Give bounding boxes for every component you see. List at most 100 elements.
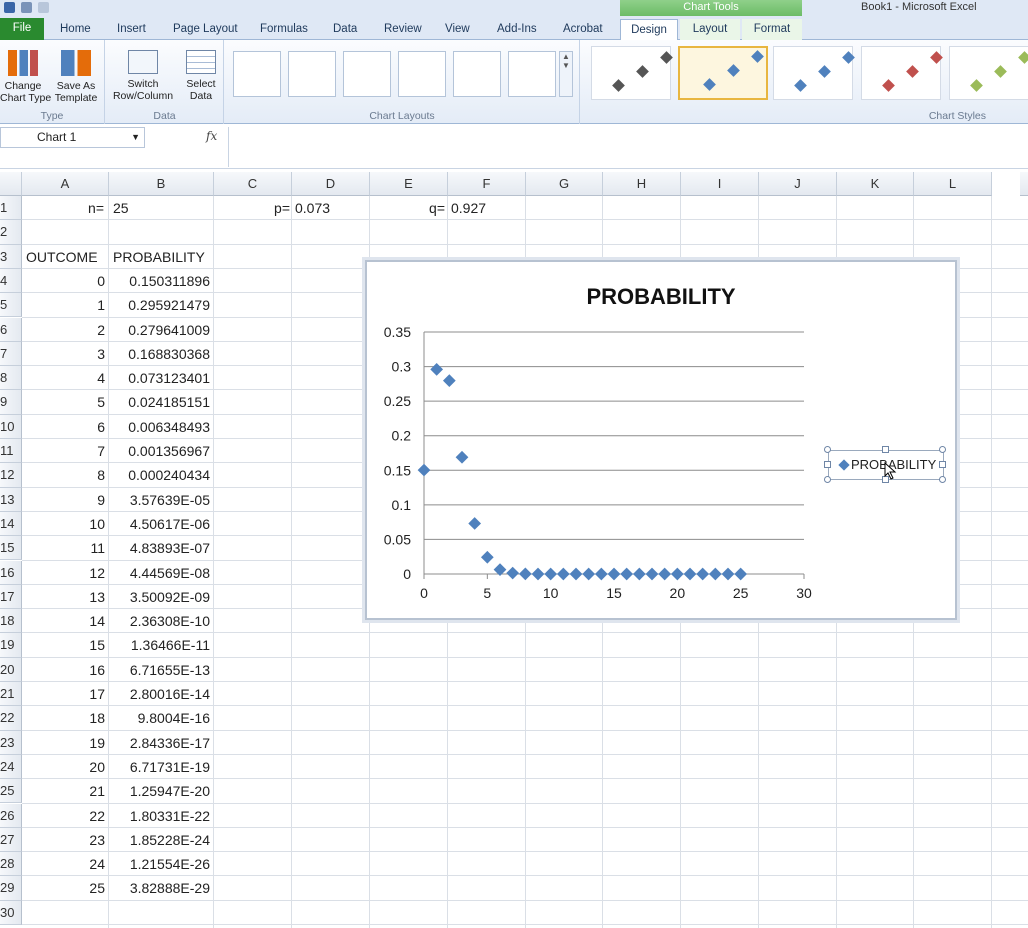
cell-outcome[interactable]: 6	[22, 415, 105, 439]
data-point[interactable]	[683, 567, 697, 581]
cell-outcome[interactable]: 18	[22, 706, 105, 730]
row-header-8[interactable]: 8	[0, 366, 22, 391]
cell-e1[interactable]: q=	[370, 196, 445, 220]
data-point[interactable]	[480, 550, 494, 564]
row-header-2[interactable]: 2	[0, 220, 22, 245]
cell-probability[interactable]: 0.150311896	[109, 269, 210, 293]
insert-function-icon[interactable]: fx	[206, 129, 217, 143]
row-header-18[interactable]: 18	[0, 609, 22, 634]
formula-input[interactable]	[228, 127, 1028, 167]
data-point[interactable]	[632, 567, 646, 581]
cell-c1[interactable]: p=	[214, 196, 290, 220]
cell-probability[interactable]: 3.82888E-29	[109, 876, 210, 900]
row-header-10[interactable]: 10	[0, 414, 22, 439]
tab-review[interactable]: Review	[384, 19, 422, 40]
column-header-l[interactable]: L	[914, 172, 992, 196]
column-header-e[interactable]: E	[370, 172, 448, 196]
cell-outcome[interactable]: 0	[22, 269, 105, 293]
column-header-g[interactable]: G	[526, 172, 603, 196]
tab-formulas[interactable]: Formulas	[260, 19, 308, 40]
data-point[interactable]	[658, 567, 672, 581]
cell-outcome[interactable]: 16	[22, 658, 105, 682]
data-point[interactable]	[594, 567, 608, 581]
select-data-button[interactable]: Select Data	[180, 44, 222, 102]
cell-probability[interactable]: 1.25947E-20	[109, 779, 210, 803]
chart-layout-1[interactable]	[233, 51, 281, 97]
data-point[interactable]	[544, 567, 558, 581]
cell-probability[interactable]: 3.50092E-09	[109, 585, 210, 609]
column-header-h[interactable]: H	[603, 172, 681, 196]
save-as-template-button[interactable]: Save As Template	[50, 44, 102, 104]
cell-outcome[interactable]: 1	[22, 293, 105, 317]
column-header-m[interactable]: M	[1020, 172, 1028, 196]
chart-style-5[interactable]	[949, 46, 1028, 100]
resize-handle[interactable]	[939, 461, 946, 468]
cell-a3[interactable]: OUTCOME	[26, 245, 109, 269]
row-header-19[interactable]: 19	[0, 633, 22, 658]
tab-layout[interactable]: Layout	[680, 19, 740, 40]
resize-handle[interactable]	[939, 476, 946, 483]
cell-probability[interactable]: 0.295921479	[109, 293, 210, 317]
row-header-6[interactable]: 6	[0, 317, 22, 342]
cell-outcome[interactable]: 5	[22, 390, 105, 414]
undo-icon[interactable]	[21, 1, 32, 13]
cell-probability[interactable]: 1.21554E-26	[109, 852, 210, 876]
data-point[interactable]	[582, 567, 596, 581]
row-header-15[interactable]: 15	[0, 536, 22, 561]
data-point[interactable]	[569, 567, 583, 581]
data-point[interactable]	[721, 567, 735, 581]
switch-row-column-button[interactable]: Switch Row/Column	[108, 44, 178, 102]
row-header-9[interactable]: 9	[0, 390, 22, 415]
column-header-k[interactable]: K	[837, 172, 914, 196]
data-point[interactable]	[645, 567, 659, 581]
row-header-7[interactable]: 7	[0, 341, 22, 367]
row-header-1[interactable]: 1	[0, 196, 22, 221]
row-header-23[interactable]: 23	[0, 730, 22, 755]
cell-outcome[interactable]: 21	[22, 779, 105, 803]
resize-handle[interactable]	[882, 446, 889, 453]
row-header-11[interactable]: 11	[0, 439, 22, 464]
data-point[interactable]	[620, 567, 634, 581]
tab-format[interactable]: Format	[742, 19, 802, 40]
tab-file[interactable]: File	[0, 18, 44, 40]
cell-probability[interactable]: 3.57639E-05	[109, 488, 210, 512]
plot-area[interactable]: 0 0.05 0.1 0.15 0.2 0.25 0.3 0.35 0 5 10 15 20 25 30	[367, 262, 955, 618]
tab-acrobat[interactable]: Acrobat	[563, 19, 603, 40]
tab-design[interactable]: Design	[620, 19, 678, 40]
data-point[interactable]	[506, 566, 520, 580]
column-header-d[interactable]: D	[292, 172, 370, 196]
chart-layout-3[interactable]	[343, 51, 391, 97]
cell-outcome[interactable]: 15	[22, 633, 105, 657]
cell-probability[interactable]: 0.006348493	[109, 415, 210, 439]
data-point[interactable]	[468, 517, 482, 530]
row-header-22[interactable]: 22	[0, 706, 22, 731]
resize-handle[interactable]	[824, 446, 831, 453]
row-header-16[interactable]: 16	[0, 560, 22, 585]
data-point[interactable]	[531, 567, 545, 581]
cell-b3[interactable]: PROBABILITY	[113, 245, 213, 269]
cell-a1[interactable]: n=	[22, 196, 104, 220]
row-header-26[interactable]: 26	[0, 803, 22, 828]
cell-outcome[interactable]: 9	[22, 488, 105, 512]
cell-probability[interactable]: 0.168830368	[109, 342, 210, 366]
row-header-28[interactable]: 28	[0, 852, 22, 877]
tab-home[interactable]: Home	[60, 19, 91, 40]
data-point[interactable]	[556, 567, 570, 581]
cell-outcome[interactable]: 19	[22, 731, 105, 755]
column-header-b[interactable]: B	[109, 172, 214, 196]
row-header-12[interactable]: 12	[0, 463, 22, 488]
cell-d1[interactable]: 0.073	[295, 196, 370, 220]
row-header-4[interactable]: 4	[0, 268, 22, 294]
cell-probability[interactable]: 4.83893E-07	[109, 536, 210, 560]
cell-outcome[interactable]: 3	[22, 342, 105, 366]
cell-probability[interactable]: 1.85228E-24	[109, 828, 210, 852]
cell-outcome[interactable]: 8	[22, 463, 105, 487]
row-header-14[interactable]: 14	[0, 511, 22, 537]
cell-outcome[interactable]: 14	[22, 609, 105, 633]
row-header-29[interactable]: 29	[0, 876, 22, 901]
chart-area[interactable]: PROBABILITY 0 0.05 0.1 0.15 0.2 0.25 0.3 0.35 0 5…	[365, 260, 957, 620]
data-point[interactable]	[708, 567, 722, 581]
cell-probability[interactable]: 0.024185151	[109, 390, 210, 414]
cell-outcome[interactable]: 11	[22, 536, 105, 560]
chart-style-4[interactable]	[861, 46, 943, 100]
